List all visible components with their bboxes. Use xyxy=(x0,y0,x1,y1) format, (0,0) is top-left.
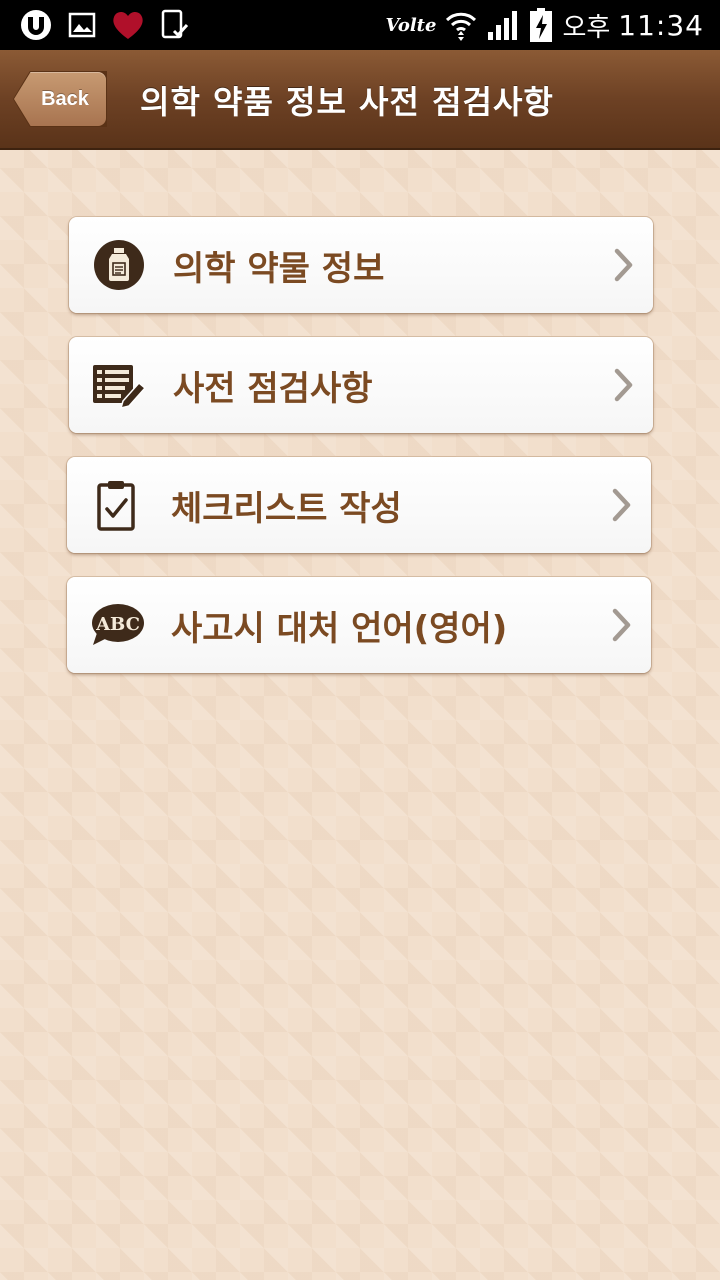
time-ampm: 오후 xyxy=(562,12,611,43)
clipboard-check-icon xyxy=(97,481,135,531)
device-check-icon xyxy=(161,9,189,39)
menu-item-label: 사전 점검사항 xyxy=(173,368,373,409)
medicine-bottle-icon xyxy=(94,240,144,290)
chevron-right-icon xyxy=(612,608,631,642)
notification-icons xyxy=(18,8,190,42)
signal-icon xyxy=(488,11,518,40)
app-header: Back 의학 약품 정보 사전 점검사항 xyxy=(0,50,720,150)
menu-item-label: 체크리스트 작성 xyxy=(171,488,402,529)
uplus-app-icon xyxy=(21,10,51,40)
menu-item-medicine-info[interactable]: 의학 약물 정보 xyxy=(69,217,653,313)
menu-item-precheck[interactable]: 사전 점검사항 xyxy=(69,337,653,433)
menu-item-checklist[interactable]: 체크리스트 작성 xyxy=(67,457,651,553)
page-title: 의학 약품 정보 사전 점검사항 xyxy=(140,83,554,121)
system-indicators: Volte 오후 11:34 xyxy=(386,6,704,44)
battery-charging-icon xyxy=(530,8,553,42)
svg-text:ABC: ABC xyxy=(95,614,140,635)
clock: 11:34 xyxy=(618,8,704,42)
menu-item-label: 사고시 대처 언어(영어) xyxy=(171,608,508,649)
heart-app-icon xyxy=(113,11,143,39)
menu-item-label: 의학 약물 정보 xyxy=(173,248,385,289)
chevron-right-icon xyxy=(614,248,633,282)
list-edit-icon xyxy=(93,365,147,410)
chevron-right-icon xyxy=(614,368,633,402)
back-button[interactable]: Back xyxy=(14,72,106,126)
wifi-icon xyxy=(446,12,477,41)
abc-speech-bubble-icon: ABC xyxy=(92,604,144,645)
gallery-icon xyxy=(68,12,96,38)
chevron-right-icon xyxy=(612,488,631,522)
status-bar: Volte 오후 11:34 xyxy=(0,0,720,50)
volte-indicator: Volte xyxy=(385,14,437,36)
menu-item-emergency-english[interactable]: ABC 사고시 대처 언어(영어) xyxy=(67,577,651,673)
